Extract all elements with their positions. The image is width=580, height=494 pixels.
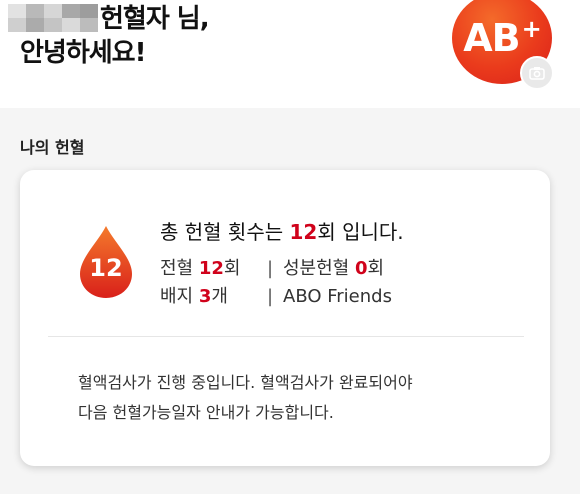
- badge-row: 배지 3개 | ABO Friends: [160, 282, 392, 308]
- drop-count: 12: [89, 254, 123, 282]
- blood-test-notice: 혈액검사가 진행 중입니다. 혈액검사가 완료되어야 다음 헌혈가능일자 안내가…: [78, 368, 508, 428]
- camera-icon[interactable]: [520, 56, 554, 90]
- badge-stat: 배지 3개: [160, 286, 228, 307]
- section-title-my-donation: 나의 헌혈: [20, 138, 85, 157]
- donation-summary-card: 12 총 헌혈 횟수는 12회 입니다. 전혈 12회 | 성분헌혈 0회 배지 …: [20, 170, 550, 466]
- blood-rh-label: +: [521, 15, 542, 43]
- notice-line-1: 혈액검사가 진행 중입니다. 혈액검사가 완료되어야: [78, 373, 413, 392]
- masked-name: [8, 4, 98, 32]
- greeting-text: 안녕하세요!: [20, 38, 146, 68]
- profile-header: 헌혈자 님, 안녕하세요! AB +: [0, 0, 580, 108]
- component-stat: 성분헌혈 0회: [283, 258, 385, 279]
- group-name: ABO Friends: [283, 286, 392, 307]
- blood-type-label: AB: [463, 16, 520, 60]
- greeting-name-suffix: 헌혈자 님,: [100, 4, 210, 34]
- total-donation-headline: 총 헌혈 횟수는 12회 입니다.: [160, 220, 404, 244]
- card-divider: [48, 336, 524, 337]
- stat-separator: |: [266, 258, 274, 279]
- donation-type-row: 전혈 12회 | 성분헌혈 0회: [160, 254, 384, 280]
- whole-blood-stat: 전혈 12회: [160, 258, 241, 279]
- stat-separator: |: [266, 286, 274, 307]
- notice-line-2: 다음 헌혈가능일자 안내가 가능합니다.: [78, 403, 334, 422]
- total-count: 12: [289, 220, 318, 244]
